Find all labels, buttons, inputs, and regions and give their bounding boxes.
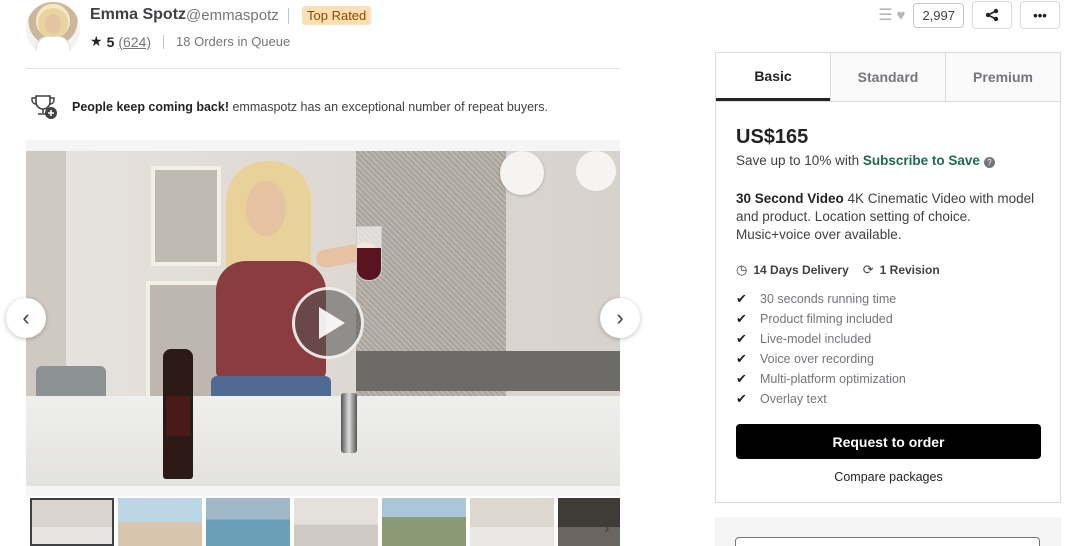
package-tabs: Basic Standard Premium [716,53,1060,102]
subscribe-to-save-link[interactable]: Subscribe to Save [863,153,980,168]
feature-item: ✔ Overlay text [736,389,906,409]
repeat-buyers-body: emmaspotz has an exceptional number of r… [229,100,548,114]
gig-video[interactable] [26,151,620,486]
rating-value: 5 [106,33,115,50]
video-scene-lamp [576,151,616,191]
rating-row: ★ 5 (624) 18 Orders in Queue [90,33,290,50]
seller-name[interactable]: Emma Spotz [90,6,186,24]
top-rated-badge: Top Rated [302,6,372,25]
list-icon[interactable]: ☰ [878,5,892,25]
video-scene-wine-glass [356,226,382,281]
chevron-right-icon[interactable]: › [604,520,609,538]
avatar[interactable] [26,2,80,56]
more-button[interactable]: ••• [1020,1,1060,29]
feature-item: ✔ Live-model included [736,329,906,349]
review-count-link[interactable]: (624) [118,34,151,50]
more-icon: ••• [1033,7,1047,23]
request-to-order-button[interactable]: Request to order [736,424,1041,459]
gallery-thumbnail[interactable] [558,498,620,546]
check-icon: ✔ [736,371,747,386]
check-icon: ✔ [736,351,747,366]
divider [163,34,165,49]
package-title: 30 Second Video [736,191,844,206]
contact-section [715,517,1061,546]
feature-label: Multi-platform optimization [760,372,906,386]
video-scene-frame [151,166,221,266]
gig-actions: ☰ ♥ 2,997 ••• [878,1,1060,29]
clock-icon: ◷ [736,262,748,277]
delivery-label: 14 Days Delivery [753,263,849,277]
orders-in-queue: 18 Orders in Queue [176,34,291,49]
package-meta: ◷ 14 Days Delivery ⟳ 1 Revision [736,262,940,278]
repeat-buyers-text: People keep coming back! emmaspotz has a… [72,100,548,114]
revisions-label: 1 Revision [879,263,940,277]
contact-button[interactable] [735,537,1040,546]
refresh-icon: ⟳ [862,262,874,277]
avatar-face [45,14,61,34]
gallery-thumbnail[interactable] [382,498,466,546]
compare-packages-link[interactable]: Compare packages [736,470,1041,484]
share-button[interactable] [972,1,1012,29]
play-icon[interactable] [292,287,364,359]
delivery-time: ◷ 14 Days Delivery [736,262,849,278]
check-icon: ✔ [736,291,747,306]
gallery-thumbnail[interactable] [470,498,554,546]
feature-label: Overlay text [760,392,827,406]
gallery-prev-button[interactable]: ‹ [6,298,46,338]
subscribe-save-row: Save up to 10% with Subscribe to Save? [736,153,995,168]
video-scene-island [356,351,620,391]
save-text: Save up to 10% with [736,153,863,168]
package-price: US$165 [736,126,809,148]
revisions: ⟳ 1 Revision [863,262,940,278]
feature-label: Voice over recording [760,352,874,366]
check-icon: ✔ [736,311,747,326]
gallery-thumbnail[interactable] [118,498,202,546]
help-icon[interactable]: ? [983,157,995,168]
gallery-next-button[interactable]: › [600,298,640,338]
likes-count: 2,997 [913,2,964,28]
gallery-thumbnails [30,498,620,546]
gallery-thumbnail[interactable] [30,498,114,546]
feature-label: 30 seconds running time [760,292,897,306]
header-divider [26,68,620,69]
repeat-buyers-banner: People keep coming back! emmaspotz has a… [30,94,630,120]
gig-gallery [26,140,620,496]
feature-label: Live-model included [760,332,872,346]
avatar-shirt [36,36,70,56]
tab-basic[interactable]: Basic [716,53,830,101]
seller-handle: @emmaspotz [186,7,279,24]
package-card: Basic Standard Premium US$165 Save up to… [715,52,1061,503]
check-icon: ✔ [736,391,747,406]
video-scene-wine-opener [341,393,357,453]
star-icon: ★ [90,33,103,49]
chevron-left-icon: ‹ [22,305,30,330]
video-scene-bottle-label [166,396,190,436]
heart-icon[interactable]: ♥ [897,7,906,24]
gallery-thumbnail[interactable] [206,498,290,546]
tab-premium[interactable]: Premium [945,53,1060,101]
feature-item: ✔ Voice over recording [736,349,906,369]
feature-item: ✔ 30 seconds running time [736,289,906,309]
package-description: 30 Second Video 4K Cinematic Video with … [736,190,1046,244]
video-scene-lamp [500,151,544,195]
feature-label: Product filming included [760,312,893,326]
seller-header: Emma Spotz @emmaspotz Top Rated ★ 5 (624… [26,2,626,56]
trophy-icon [30,94,60,120]
tab-standard[interactable]: Standard [830,53,945,101]
share-icon [985,8,999,22]
feature-item: ✔ Multi-platform optimization [736,369,906,389]
feature-item: ✔ Product filming included [736,309,906,329]
divider [288,8,289,24]
repeat-buyers-bold: People keep coming back! [72,100,229,114]
video-scene-counter [26,396,620,486]
feature-list: ✔ 30 seconds running time ✔ Product filmin… [736,289,906,409]
check-icon: ✔ [736,331,747,346]
video-scene-person-face [246,181,286,236]
chevron-right-icon: › [616,305,624,330]
gallery-thumbnail[interactable] [294,498,378,546]
